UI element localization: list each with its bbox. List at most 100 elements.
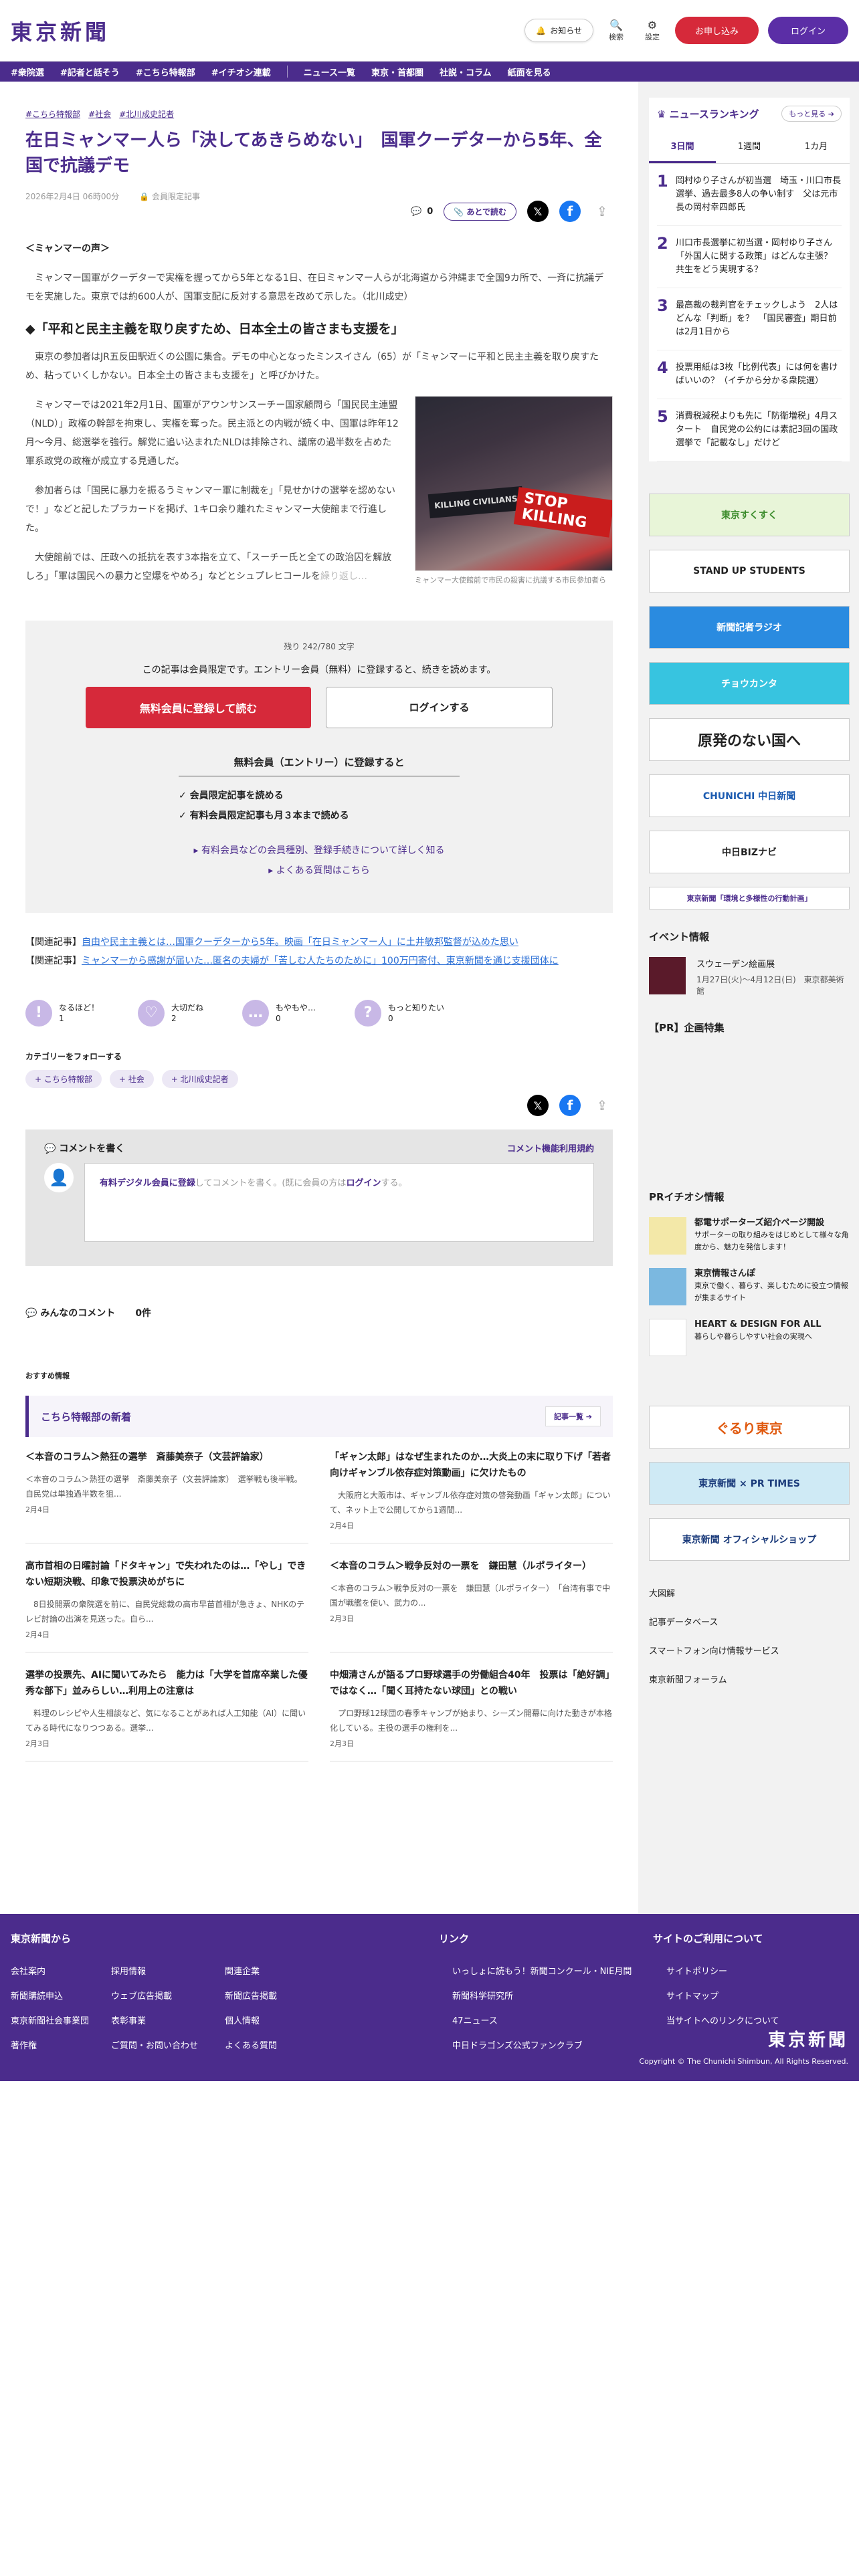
footer-logo[interactable]: 東京新聞 — [768, 2026, 848, 2051]
footer-link[interactable]: 新聞購読申込 — [11, 1989, 111, 2002]
x-share-icon[interactable]: 𝕏 — [527, 201, 549, 222]
nav-item[interactable]: #イチオシ連載 — [211, 66, 271, 78]
bizNavi-banner[interactable]: 中日BIZナビ — [649, 831, 850, 873]
faq-link[interactable]: ▸ よくある質問はこちら — [86, 861, 553, 881]
footer-link[interactable]: 表彰事業 — [111, 2014, 225, 2026]
comment-textarea[interactable]: 有料デジタル会員に登録してコメントを書く。(既に会員の方はログインする。 — [84, 1163, 594, 1242]
footer-link[interactable]: 47ニュース — [452, 2014, 666, 2026]
ranking-item[interactable]: 5 消費税減税よりも先に「防衛増税」4月スタート 自民党の公約には素記3回の国政選… — [657, 399, 842, 461]
nav-item[interactable]: ニュース一覧 — [304, 66, 355, 78]
article-card[interactable]: ＜本音のコラム＞戦争反対の一票を 鎌田慧（ルポライター） ＜本音のコラム＞戦争反対… — [330, 1558, 613, 1652]
nav-item[interactable]: 東京・首都圏 — [371, 66, 423, 78]
footer-link[interactable]: 関連企業 — [225, 1964, 352, 1977]
ranking-item[interactable]: 4 投票用紙は3枚「比例代表」には何を書けばいいの？（イチから分かる衆院選） — [657, 350, 842, 399]
rank-number: 1 — [657, 172, 668, 191]
footer-link[interactable]: ご質問・お問い合わせ — [111, 2038, 225, 2051]
prtimes-banner[interactable]: 東京新聞 × PR TIMES — [649, 1462, 850, 1505]
pr-item[interactable]: HEART & DESIGN FOR ALL 暮らしや暮らしやすい社会の実現へ — [649, 1319, 850, 1356]
facebook-share-icon[interactable]: f — [559, 201, 581, 222]
sidebar-link[interactable]: スマートフォン向け情報サービス — [649, 1636, 850, 1665]
related-link[interactable]: ミャンマーから感謝が届いた…匿名の夫婦が「苦しむ人たちのために」100万円寄付、… — [82, 956, 559, 966]
footer-link[interactable]: いっしょに読もう！新聞コンクール・NIE月間 — [452, 1964, 666, 1977]
footer-link[interactable]: よくある質問 — [225, 2038, 352, 2051]
share-icon[interactable]: ⇪ — [591, 201, 613, 222]
protest-photo[interactable]: KILLING CIVILIANS STOP KILLING — [415, 396, 613, 571]
nav-item[interactable]: 紙面を見る — [508, 66, 551, 78]
notice-button[interactable]: 🔔 お知らせ — [524, 19, 593, 42]
pr-icon — [649, 1217, 686, 1255]
gururi-banner[interactable]: ぐるり東京 — [649, 1406, 850, 1448]
pr-item[interactable]: 東京情報さんぽ 東京で働く、暮らす、楽しむために役立つ情報が集まるサイト — [649, 1268, 850, 1305]
reaction-button[interactable]: ♡ 大切だね 2 — [138, 1000, 203, 1027]
reaction-button[interactable]: ! なるほど！ 1 — [25, 1000, 99, 1027]
site-logo[interactable]: 東京新聞 — [11, 15, 110, 46]
footer-link[interactable]: 中日ドラゴンズ公式ファンクラブ — [452, 2038, 666, 2051]
tab-1week[interactable]: 1週間 — [716, 130, 783, 163]
ranking-item[interactable]: 3 最高裁の裁判官をチェックしよう 2人はどんな「判断」を？ 「国民審査」期日前は… — [657, 288, 842, 350]
footer-link[interactable]: 新聞科学研究所 — [452, 1989, 666, 2002]
event-item[interactable]: スウェーデン絵画展 1月27日(火)〜4月12日(日) 東京都美術館 — [649, 957, 850, 996]
login-link[interactable]: ログイン — [346, 1178, 381, 1188]
article-card[interactable]: 「ギャン太郎」はなぜ生まれたのか…大炎上の末に取り下げ「若者向けギャンブル依存症… — [330, 1449, 613, 1543]
search-button[interactable]: 🔍 検索 — [603, 19, 630, 42]
tab-3days[interactable]: 3日間 — [649, 130, 716, 163]
reaction-button[interactable]: … もやもや… 0 — [242, 1000, 316, 1027]
footer-link[interactable]: 新聞広告掲載 — [225, 1989, 352, 2002]
footer-link[interactable]: 個人情報 — [225, 2014, 352, 2026]
tag-link[interactable]: #こちら特報部 — [25, 108, 80, 120]
action-plan-banner[interactable]: 東京新聞「環境と多様性の行動計画」 — [649, 887, 850, 909]
comment-count[interactable]: 💬 0 — [411, 207, 433, 217]
settings-button[interactable]: ⚙ 設定 — [639, 19, 666, 42]
ranking-item[interactable]: 1 岡村ゆり子さんが初当選 埼玉・川口市長選挙、過去最多8人の争い制す 父は元市長… — [657, 164, 842, 226]
nav-item[interactable]: #こちら特報部 — [136, 66, 195, 78]
facebook-share-icon[interactable]: f — [559, 1095, 581, 1116]
x-share-icon[interactable]: 𝕏 — [527, 1095, 549, 1116]
article-card[interactable]: 高市首相の日曜討論「ドタキャン」で失われたのは…「やし」できない短期決戦、印象で… — [25, 1558, 308, 1652]
follow-button[interactable]: + こちら特報部 — [25, 1070, 102, 1088]
shop-banner[interactable]: 東京新聞 オフィシャルショップ — [649, 1518, 850, 1561]
nav-item[interactable]: #記者と話そう — [60, 66, 120, 78]
footer-link[interactable]: 会社案内 — [11, 1964, 111, 1977]
tab-1month[interactable]: 1カ月 — [783, 130, 850, 163]
footer-link[interactable]: サイトマップ — [666, 1989, 854, 2002]
tag-link[interactable]: #北川成史記者 — [119, 108, 174, 120]
nav-item[interactable]: 社説・コラム — [440, 66, 492, 78]
chunichi-banner[interactable]: CHUNICHI 中日新聞 — [649, 774, 850, 817]
register-link[interactable]: 有料デジタル会員に登録 — [100, 1178, 195, 1188]
share-icon[interactable]: ⇪ — [591, 1095, 613, 1116]
sidebar-link[interactable]: 大図解 — [649, 1578, 850, 1607]
footer-link[interactable]: サイトポリシー — [666, 1964, 854, 1977]
member-types-link[interactable]: ▸ 有料会員などの会員種別、登録手続きについて詳しく知る — [86, 841, 553, 861]
sukusuku-banner[interactable]: 東京すくすく — [649, 494, 850, 536]
register-free-button[interactable]: 無料会員に登録して読む — [86, 687, 311, 728]
article-card[interactable]: 中畑清さんが語るプロ野球選手の労働組合40年 投票は「絶好調」ではなく…「聞く耳… — [330, 1667, 613, 1761]
subscribe-button[interactable]: お申し込み — [674, 17, 759, 44]
ranking-more-link[interactable]: もっと見る ➔ — [781, 106, 842, 122]
nav-item[interactable]: #衆院選 — [11, 66, 44, 78]
radio-banner[interactable]: 新聞記者ラジオ — [649, 606, 850, 649]
reaction-button[interactable]: ? もっと知りたい 0 — [355, 1000, 444, 1027]
genpatsu-banner[interactable]: 原発のない国へ — [649, 718, 850, 761]
article-card[interactable]: 選挙の投票先、AIに聞いてみたら 能力は「大学を首席卒業した優秀な部下」並みらし… — [25, 1667, 308, 1761]
follow-button[interactable]: + 北川成史記者 — [161, 1070, 238, 1088]
footer-link[interactable]: 東京新聞社会事業団 — [11, 2014, 111, 2026]
follow-button[interactable]: + 社会 — [109, 1070, 154, 1088]
related-link[interactable]: 自由や民主主義とは…国軍クーデターから5年。映画「在日ミャンマー人」に土井敏邦監… — [82, 937, 518, 948]
footer-link[interactable]: 著作権 — [11, 2038, 111, 2051]
login-button[interactable]: ログイン — [767, 17, 848, 44]
tokuho-more-link[interactable]: 記事一覧 ➔ — [545, 1406, 601, 1426]
tag-link[interactable]: #社会 — [88, 108, 111, 120]
read-later-button[interactable]: 📎 あとで読む — [444, 202, 516, 221]
footer-link[interactable]: ウェブ広告掲載 — [111, 1989, 225, 2002]
pr-item[interactable]: 都電サポーターズ紹介ページ開設 サポーターの取り組みをはじめとして様々な角度から、… — [649, 1217, 850, 1255]
choukanta-banner[interactable]: チョウカンタ — [649, 662, 850, 705]
footer-link[interactable]: 当サイトへのリンクについて — [666, 2014, 854, 2026]
article-card[interactable]: ＜本音のコラム＞熱狂の選挙 斎藤美奈子（文芸評論家） ＜本音のコラム＞熱狂の選挙 … — [25, 1449, 308, 1543]
footer-link[interactable]: 採用情報 — [111, 1964, 225, 1977]
paywall-login-button[interactable]: ログインする — [326, 687, 553, 728]
sidebar-link[interactable]: 記事データベース — [649, 1607, 850, 1636]
ranking-item[interactable]: 2 川口市長選挙に初当選・岡村ゆり子さん「外国人に関する政策」はどんな主張？ 共生… — [657, 226, 842, 288]
standup-students-banner[interactable]: STAND UP STUDENTS — [649, 550, 850, 593]
sidebar-link[interactable]: 東京新聞フォーラム — [649, 1665, 850, 1693]
comment-terms-link[interactable]: コメント機能利用規約 — [507, 1142, 594, 1155]
